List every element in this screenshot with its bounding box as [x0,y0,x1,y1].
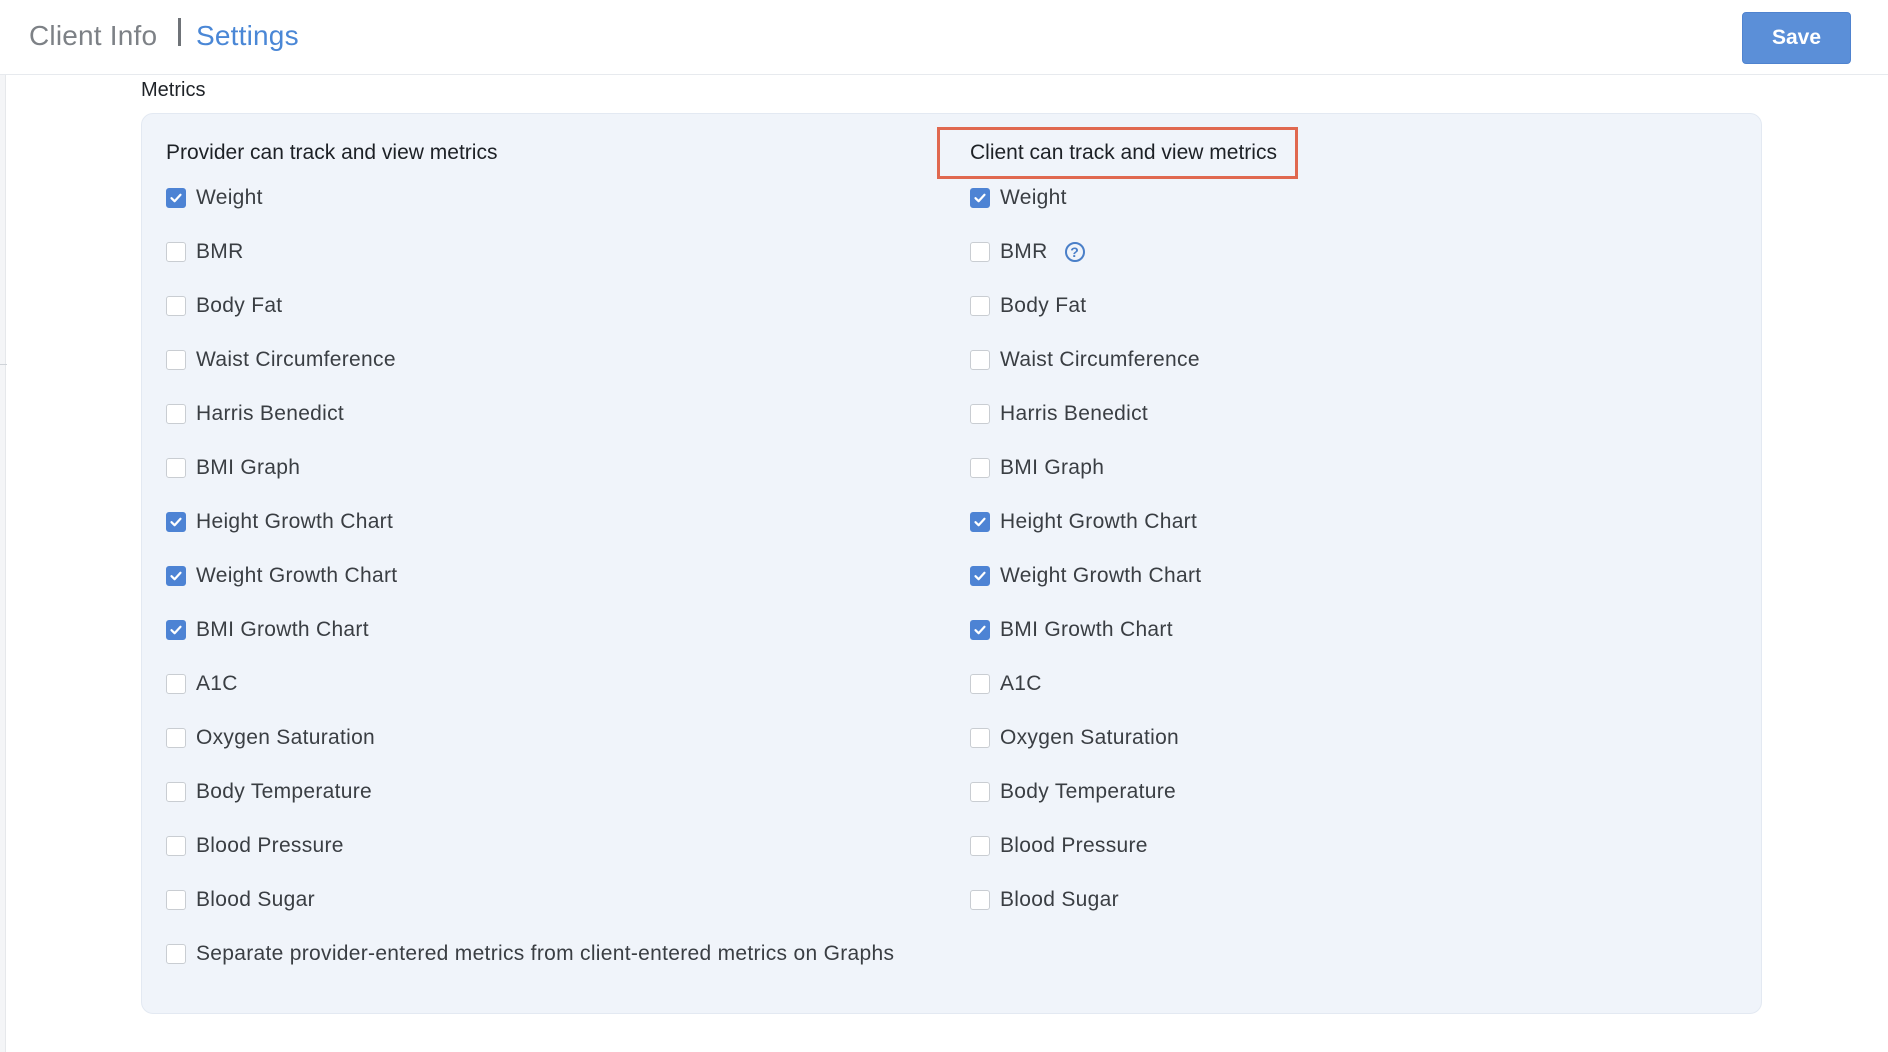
section-title-metrics: Metrics [141,79,206,101]
client-metric-weight[interactable]: Weight [970,183,1067,213]
left-edge-divider [0,364,7,365]
client-metric-oxygen-saturation[interactable]: Oxygen Saturation [970,723,1179,753]
metric-label: BMI Growth Chart [196,618,369,641]
metric-label: Blood Sugar [196,888,315,911]
metric-label: Oxygen Saturation [196,726,376,749]
save-button[interactable]: Save [1742,12,1851,64]
provider-metric-a1c[interactable]: A1C [166,669,238,699]
metric-label: Body Fat [196,294,283,317]
metric-label: A1C [196,672,238,695]
metric-label: BMR [1000,240,1048,263]
provider-metric-body-fat[interactable]: Body Fat [166,291,282,321]
client-metric-blood-sugar[interactable]: Blood Sugar [970,885,1119,915]
checkbox[interactable] [970,836,990,856]
help-question-icon[interactable]: ? [1064,242,1085,262]
provider-metric-blood-sugar[interactable]: Blood Sugar [166,885,315,915]
checkbox[interactable] [970,512,990,532]
client-metric-body-temperature[interactable]: Body Temperature [970,777,1176,807]
checkbox[interactable] [970,458,990,478]
checkbox[interactable] [166,566,186,586]
client-metric-blood-pressure[interactable]: Blood Pressure [970,831,1148,861]
checkbox[interactable] [970,674,990,694]
client-metric-bmi-graph[interactable]: BMI Graph [970,453,1104,483]
metric-label: Blood Pressure [196,834,344,857]
metric-label: Harris Benedict [1000,402,1149,425]
checkbox[interactable] [970,188,990,208]
metric-label: Body Temperature [196,780,373,803]
metric-label: BMR [196,240,244,263]
client-metric-a1c[interactable]: A1C [970,669,1042,699]
checkbox[interactable] [970,566,990,586]
metric-label: Blood Sugar [1000,888,1119,911]
checkbox[interactable] [166,404,186,424]
metric-label: Weight [196,186,263,209]
checkbox[interactable] [166,458,186,478]
metric-label: Oxygen Saturation [1000,726,1180,749]
checkbox[interactable] [166,188,186,208]
metric-label: Weight [1000,186,1067,209]
provider-metric-waist-circumference[interactable]: Waist Circumference [166,345,396,375]
checkbox[interactable] [970,728,990,748]
metric-label: A1C [1000,672,1042,695]
metric-label: BMI Graph [1000,456,1105,479]
metric-label: Harris Benedict [196,402,345,425]
provider-metric-bmi-growth-chart[interactable]: BMI Growth Chart [166,615,369,645]
checkbox[interactable] [970,296,990,316]
provider-metric-weight[interactable]: Weight [166,183,263,213]
client-metric-bmi-growth-chart[interactable]: BMI Growth Chart [970,615,1173,645]
checkbox[interactable] [166,620,186,640]
provider-metric-body-temperature[interactable]: Body Temperature [166,777,372,807]
provider-metric-harris-benedict[interactable]: Harris Benedict [166,399,344,429]
checkbox[interactable] [166,728,186,748]
checkbox[interactable] [166,782,186,802]
checkbox[interactable] [166,836,186,856]
client-metric-bmr[interactable]: BMR ? [970,237,1085,267]
checkbox[interactable] [970,404,990,424]
checkbox[interactable] [166,242,186,262]
metric-label: Body Fat [1000,294,1087,317]
client-metric-waist-circumference[interactable]: Waist Circumference [970,345,1200,375]
checkbox[interactable] [166,350,186,370]
provider-metric-blood-pressure[interactable]: Blood Pressure [166,831,344,861]
client-metric-weight-growth-chart[interactable]: Weight Growth Chart [970,561,1201,591]
metric-label: Separate provider-entered metrics from c… [196,942,895,965]
provider-metric-oxygen-saturation[interactable]: Oxygen Saturation [166,723,375,753]
metric-label: BMI Growth Chart [1000,618,1173,641]
metric-label: Weight Growth Chart [196,564,398,587]
top-bar: Client Info Settings Save [0,0,1888,75]
client-metric-body-fat[interactable]: Body Fat [970,291,1086,321]
left-edge-strip [0,0,6,1052]
metric-label: Weight Growth Chart [1000,564,1202,587]
provider-metric-bmr[interactable]: BMR [166,237,244,267]
metric-label: BMI Graph [196,456,301,479]
breadcrumb-settings: Settings [196,20,299,51]
metric-label: Waist Circumference [1000,348,1200,371]
checkbox[interactable] [970,890,990,910]
client-metric-harris-benedict[interactable]: Harris Benedict [970,399,1148,429]
client-metrics-heading: Client can track and view metrics [970,141,1277,164]
breadcrumb-client-info[interactable]: Client Info [29,20,157,52]
checkbox[interactable] [970,242,990,262]
breadcrumb-separator [178,18,181,46]
metric-label: Height Growth Chart [196,510,394,533]
provider-metric-height-growth-chart[interactable]: Height Growth Chart [166,507,393,537]
metric-label: Blood Pressure [1000,834,1148,857]
checkbox[interactable] [970,620,990,640]
checkbox[interactable] [166,296,186,316]
metric-label: Waist Circumference [196,348,396,371]
checkbox[interactable] [166,890,186,910]
checkbox[interactable] [970,782,990,802]
provider-metric-separate-graphs[interactable]: Separate provider-entered metrics from c… [166,939,894,969]
checkbox[interactable] [970,350,990,370]
checkbox[interactable] [166,674,186,694]
provider-metrics-heading: Provider can track and view metrics [166,141,498,164]
metrics-panel: Provider can track and view metrics Weig… [141,113,1762,1014]
metric-label: Body Temperature [1000,780,1177,803]
checkbox[interactable] [166,512,186,532]
client-metric-height-growth-chart[interactable]: Height Growth Chart [970,507,1197,537]
provider-metric-weight-growth-chart[interactable]: Weight Growth Chart [166,561,397,591]
checkbox[interactable] [166,944,186,964]
provider-metric-bmi-graph[interactable]: BMI Graph [166,453,300,483]
metric-label: Height Growth Chart [1000,510,1198,533]
